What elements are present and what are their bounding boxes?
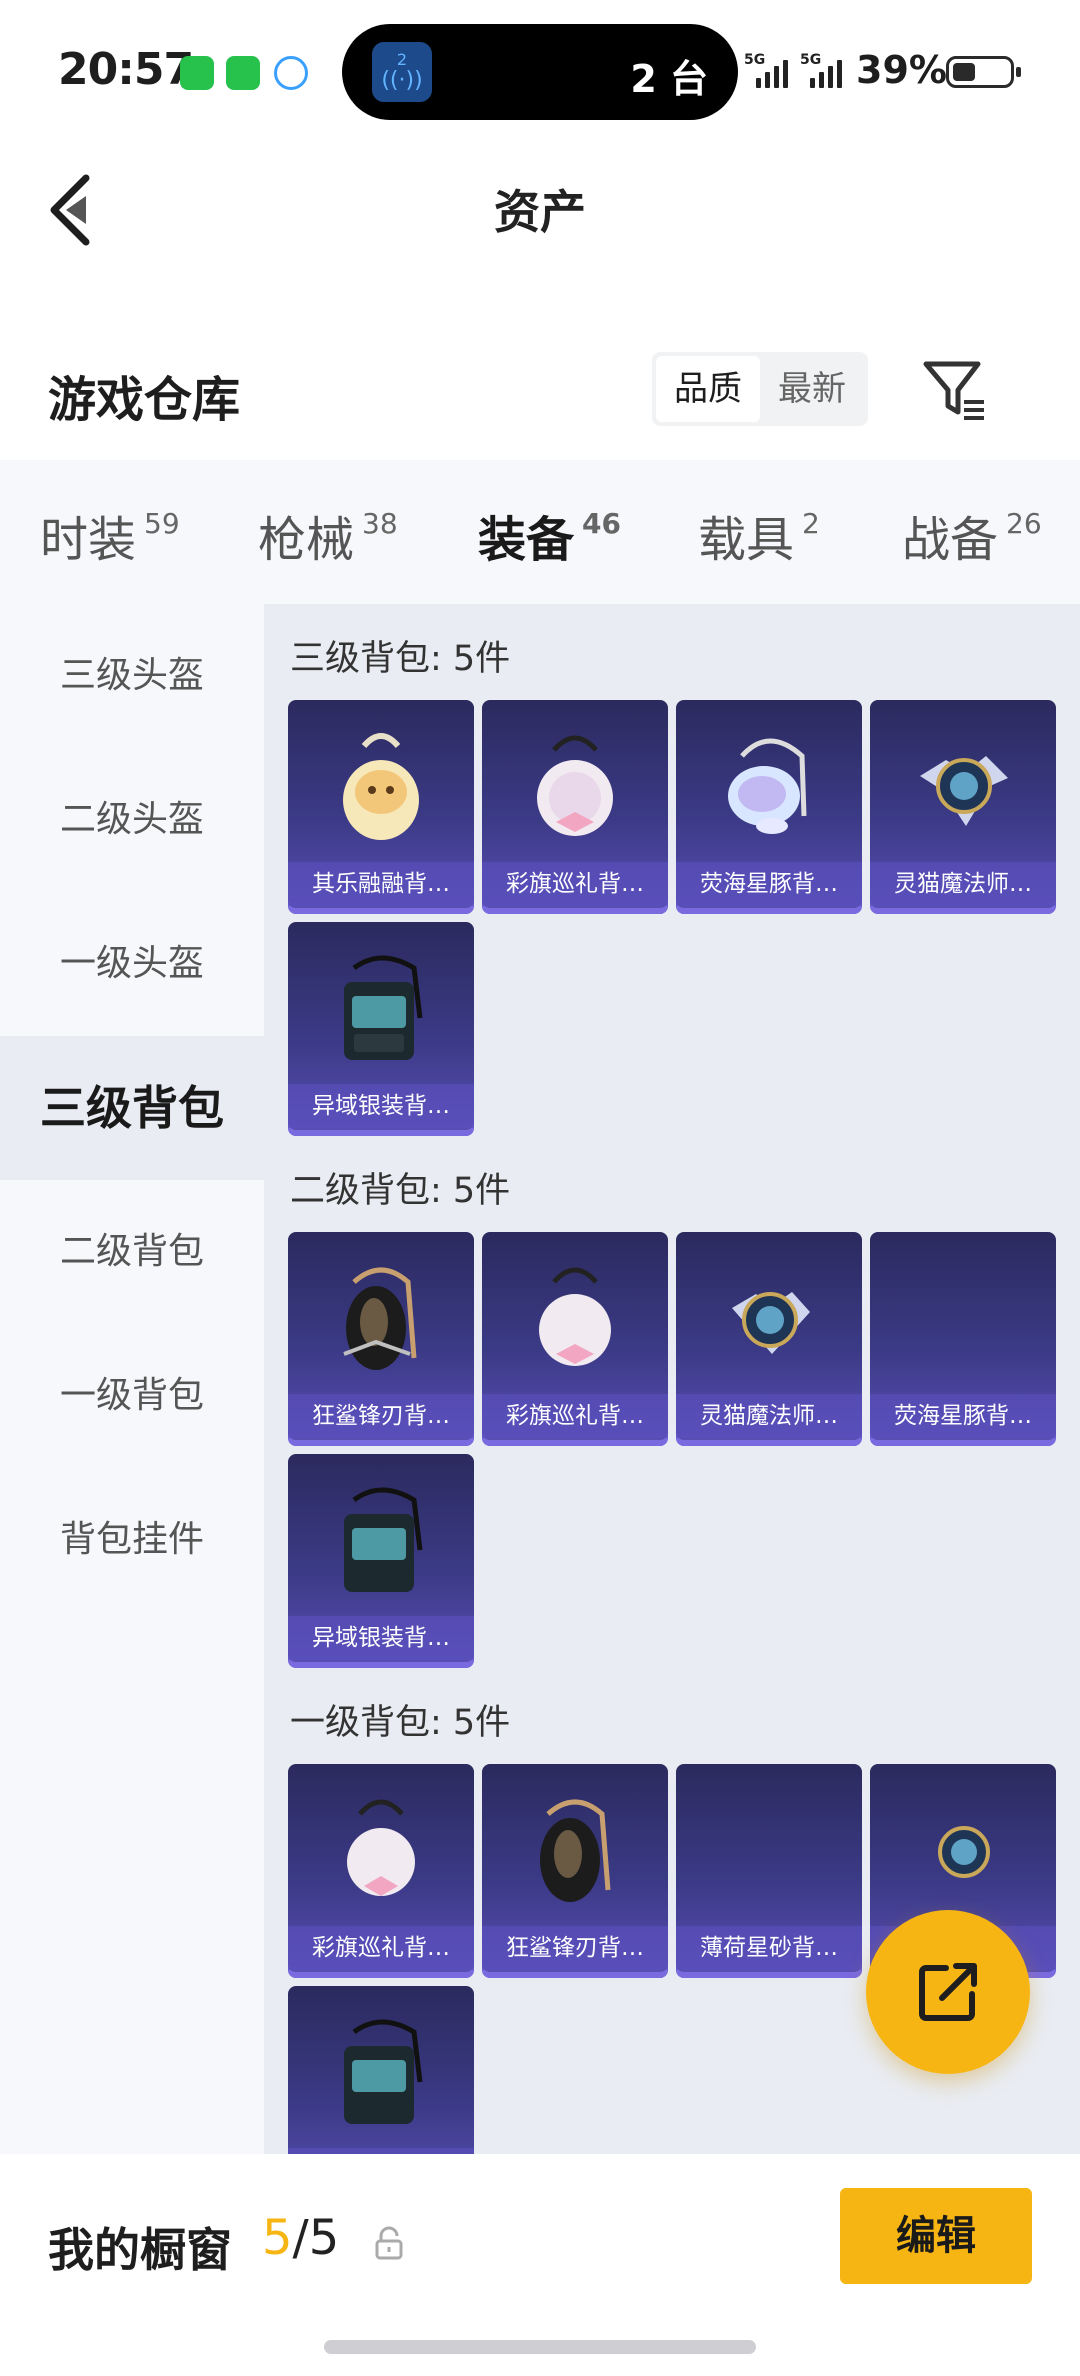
item-card[interactable] bbox=[288, 1986, 474, 2154]
backpack-image bbox=[539, 1267, 611, 1366]
tab-guns[interactable]: 枪械 38 bbox=[258, 500, 398, 570]
showcase-total: 5 bbox=[308, 2210, 340, 2266]
sidebar-item-helmet-1[interactable]: 一级头盔 bbox=[0, 892, 264, 1036]
edit-button[interactable]: 编辑 bbox=[840, 2188, 1032, 2284]
showcase-label: 我的橱窗 bbox=[48, 2223, 232, 2277]
item-name: 狂鲨锋刃背… bbox=[288, 1394, 474, 1438]
signal-icon bbox=[810, 58, 842, 88]
item-card[interactable]: 灵猫魔法师… bbox=[870, 700, 1056, 914]
backpack-image bbox=[343, 1267, 417, 1370]
category-tabs: 时装 59 枪械 38 装备 46 载具 2 战备 26 bbox=[0, 460, 1080, 618]
showcase-separator: / bbox=[292, 2210, 309, 2266]
sync-icon bbox=[274, 56, 308, 90]
sidebar-item-backpack-charm[interactable]: 背包挂件 bbox=[0, 1468, 264, 1612]
wechat-icon bbox=[226, 56, 260, 90]
backpack-image bbox=[732, 1292, 810, 1354]
home-indicator[interactable] bbox=[324, 2340, 756, 2354]
item-card[interactable]: 其乐融融背… bbox=[288, 700, 474, 914]
battery-percent: 39% bbox=[856, 48, 947, 92]
item-card[interactable]: 异域银装背… bbox=[288, 922, 474, 1136]
lock-icon bbox=[375, 2226, 403, 2260]
item-name: 彩旗巡礼背… bbox=[288, 1926, 474, 1970]
item-card[interactable]: 灵猫魔法师… bbox=[676, 1232, 862, 1446]
backpack-image bbox=[344, 955, 423, 1060]
sidebar-item-backpack-1[interactable]: 一级背包 bbox=[0, 1324, 264, 1468]
device-count: 2 台 bbox=[630, 57, 708, 101]
item-name: 薄荷星砂背… bbox=[676, 1926, 862, 1970]
backpack-image bbox=[343, 733, 419, 840]
signal-icon bbox=[756, 58, 788, 88]
backpack-image bbox=[344, 1487, 423, 1592]
subcategory-sidebar: 三级头盔 二级头盔 一级头盔 三级背包 二级背包 一级背包 背包挂件 bbox=[0, 604, 264, 2154]
sidebar-item-helmet-2[interactable]: 二级头盔 bbox=[0, 748, 264, 892]
cast-badge: 2 bbox=[396, 50, 408, 69]
warehouse-header: 游戏仓库 品质 最新 bbox=[0, 330, 1080, 460]
backpack-image bbox=[344, 2019, 423, 2124]
section-title: 二级背包: 5件 bbox=[290, 1171, 511, 1211]
sort-toggle: 品质 最新 bbox=[652, 352, 868, 426]
share-button[interactable] bbox=[866, 1910, 1030, 2074]
sidebar-item-helmet-3[interactable]: 三级头盔 bbox=[0, 604, 264, 748]
backpack-image bbox=[347, 1799, 415, 1896]
battery-icon bbox=[946, 56, 1021, 88]
item-card[interactable]: 荧海星豚背… bbox=[870, 1232, 1056, 1446]
sort-latest-button[interactable]: 最新 bbox=[760, 356, 864, 422]
item-card[interactable]: 彩旗巡礼背… bbox=[482, 700, 668, 914]
dynamic-island: 2 ((·)) 2 台 bbox=[342, 24, 738, 120]
backpack-image bbox=[938, 1826, 990, 1878]
backpack-image bbox=[540, 1799, 611, 1902]
item-name: 荧海星豚背… bbox=[676, 862, 862, 906]
tab-vehicles[interactable]: 载具 2 bbox=[698, 500, 820, 570]
backpack-image bbox=[728, 738, 807, 834]
status-bar: 20:57 2 ((·)) 2 台 5G 5G 39% bbox=[0, 0, 1080, 140]
item-card[interactable]: 狂鲨锋刃背… bbox=[288, 1232, 474, 1446]
item-name: 灵猫魔法师… bbox=[870, 862, 1056, 906]
item-card[interactable]: 薄荷星砂背… bbox=[676, 1764, 862, 1978]
section-title: 三级背包: 5件 bbox=[290, 639, 511, 679]
cast-icon: 2 ((·)) bbox=[372, 42, 432, 102]
showcase-bar: 我的橱窗 5/5 编辑 bbox=[0, 2154, 1080, 2376]
item-card[interactable]: 彩旗巡礼背… bbox=[482, 1232, 668, 1446]
item-card[interactable]: 异域银装背… bbox=[288, 1454, 474, 1668]
backpack-image bbox=[537, 735, 613, 836]
item-name: 狂鲨锋刃背… bbox=[482, 1926, 668, 1970]
item-name: 其乐融融背… bbox=[288, 862, 474, 906]
tab-equipment[interactable]: 装备 46 bbox=[478, 500, 621, 618]
warehouse-title: 游戏仓库 bbox=[48, 372, 241, 428]
item-card[interactable]: 彩旗巡礼背… bbox=[288, 1764, 474, 1978]
share-icon bbox=[919, 1963, 977, 2021]
wechat-icon bbox=[180, 56, 214, 90]
item-name: 异域银装背… bbox=[288, 1084, 474, 1128]
item-card[interactable]: 狂鲨锋刃背… bbox=[482, 1764, 668, 1978]
tab-fashion[interactable]: 时装 59 bbox=[40, 500, 180, 570]
item-name: 异域银装背… bbox=[288, 1616, 474, 1660]
sidebar-item-backpack-3[interactable]: 三级背包 bbox=[0, 1036, 264, 1180]
page-title: 资产 bbox=[494, 185, 586, 239]
item-name: 彩旗巡礼背… bbox=[482, 862, 668, 906]
showcase-count: 5/5 bbox=[262, 2210, 339, 2266]
app-header: 资产 bbox=[0, 140, 1080, 270]
filter-icon[interactable] bbox=[920, 354, 990, 424]
tab-supplies[interactable]: 战备 26 bbox=[902, 500, 1042, 570]
sort-quality-button[interactable]: 品质 bbox=[656, 356, 760, 422]
sidebar-item-backpack-2[interactable]: 二级背包 bbox=[0, 1180, 264, 1324]
item-card[interactable]: 荧海星豚背… bbox=[676, 700, 862, 914]
item-name: 荧海星豚背… bbox=[870, 1394, 1056, 1438]
showcase-current: 5 bbox=[262, 2210, 293, 2266]
item-name: 灵猫魔法师… bbox=[676, 1394, 862, 1438]
clock: 20:57 bbox=[58, 44, 194, 95]
section-title: 一级背包: 5件 bbox=[290, 1703, 511, 1743]
backpack-image bbox=[920, 756, 1008, 826]
item-name: 彩旗巡礼背… bbox=[482, 1394, 668, 1438]
